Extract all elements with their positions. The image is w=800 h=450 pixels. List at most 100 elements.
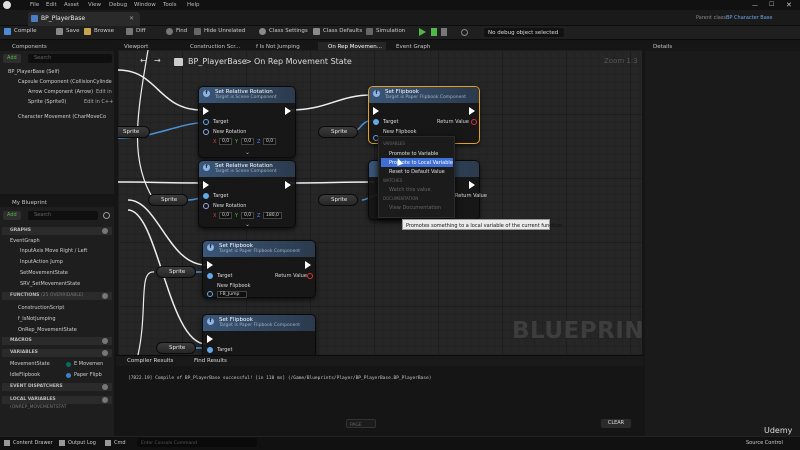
promote-to-variable-item[interactable]: Promote to Variable — [381, 149, 453, 158]
rotation-x-field[interactable]: 0,0 — [219, 138, 233, 145]
reset-to-default-item[interactable]: Reset to Default Value — [381, 167, 453, 176]
compile-button[interactable]: Compile — [14, 28, 37, 34]
rotation-pin[interactable] — [203, 129, 209, 135]
functions-category[interactable]: FUNCTIONS (25 OVERRIDABLE) — [2, 292, 112, 300]
tab-compiler-results[interactable]: Compiler Results — [127, 358, 173, 364]
function-item[interactable]: OnRep_MovementState — [18, 327, 77, 333]
graphs-category[interactable]: GRAPHS — [2, 227, 112, 235]
add-local-variable-icon[interactable] — [102, 397, 108, 403]
return-value-pin[interactable] — [471, 119, 477, 125]
clear-button[interactable]: CLEAR — [601, 419, 631, 428]
local-variables-category[interactable]: LOCAL VARIABLES (ONREP_MOVEMENTSTAT — [2, 396, 112, 410]
simulation-button[interactable]: Simulation — [376, 28, 405, 34]
rotation-x-field[interactable]: 0,0 — [219, 212, 233, 219]
function-item[interactable]: f_IsNotJumping — [18, 316, 56, 322]
sprite-variable-node[interactable]: Sprite — [118, 126, 151, 138]
graph-item[interactable]: InputAction Jump — [20, 259, 63, 265]
gear-icon[interactable] — [103, 212, 110, 219]
menu-window[interactable]: Window — [134, 2, 156, 8]
component-item[interactable]: Capsule Component (CollisionCylinde — [18, 79, 112, 85]
my-blueprint-search-input[interactable]: Search — [28, 211, 98, 220]
sprite-variable-node[interactable]: Sprite — [148, 194, 189, 206]
add-function-icon[interactable] — [102, 293, 108, 299]
exec-out-pin[interactable] — [469, 107, 475, 115]
exec-in-pin[interactable] — [373, 107, 379, 115]
variable-name[interactable]: MovementState — [10, 361, 50, 367]
add-graph-icon[interactable] — [102, 228, 108, 234]
component-root[interactable]: BP_PlayerBase (Self) — [8, 69, 60, 75]
exec-in-pin[interactable] — [207, 335, 213, 343]
sprite-variable-node[interactable]: Sprite — [156, 342, 197, 354]
diff-button[interactable]: Diff — [136, 28, 146, 34]
watch-value-item[interactable]: Watch this value — [381, 185, 453, 194]
find-button[interactable]: Find — [176, 28, 187, 34]
target-pin[interactable] — [203, 119, 209, 125]
set-relative-rotation-node[interactable]: f Set Relative Rotation Target is Scene … — [198, 86, 296, 158]
play-icon[interactable] — [419, 28, 426, 36]
menu-view[interactable]: View — [88, 2, 101, 8]
exec-out-pin[interactable] — [285, 181, 291, 189]
breadcrumb-root[interactable]: BP_PlayerBase — [188, 57, 247, 66]
edit-in-link[interactable]: Edit in — [96, 89, 112, 95]
event-dispatchers-category[interactable]: EVENT DISPATCHERS — [2, 383, 112, 391]
target-pin[interactable] — [373, 119, 379, 125]
step-icon[interactable] — [431, 28, 437, 36]
macros-category[interactable]: MACROS — [2, 337, 112, 345]
components-add-button[interactable]: Add — [3, 54, 21, 63]
window-minimize-button[interactable]: — — [752, 2, 758, 9]
return-value-pin[interactable] — [307, 273, 313, 279]
page-select[interactable]: PAGE — [346, 419, 376, 428]
class-settings-button[interactable]: Class Settings — [269, 28, 308, 34]
add-variable-icon[interactable] — [102, 350, 108, 356]
rotation-z-field[interactable]: 180,0 — [263, 212, 282, 219]
graph-forward-icon[interactable]: → — [154, 56, 161, 65]
source-control-button[interactable]: Source Control — [746, 440, 783, 446]
function-item[interactable]: ConstructionScript — [18, 305, 64, 311]
document-tab-close[interactable]: ✕ — [129, 15, 134, 22]
output-log-button[interactable]: Output Log — [68, 440, 96, 446]
sprite-variable-node[interactable]: Sprite — [318, 126, 359, 138]
window-maximize-button[interactable]: ☐ — [769, 1, 774, 8]
target-pin[interactable] — [203, 193, 209, 199]
settings-icon[interactable] — [461, 29, 468, 36]
my-blueprint-add-button[interactable]: Add — [3, 211, 21, 220]
chevron-down-icon[interactable]: ⌄ — [245, 221, 250, 228]
add-dispatcher-icon[interactable] — [102, 384, 108, 390]
menu-file[interactable]: File — [30, 2, 39, 8]
graph-item[interactable]: InputAxis Move Right / Left — [20, 248, 87, 254]
hide-unrelated-button[interactable]: Hide Unrelated — [204, 28, 245, 34]
variables-category[interactable]: VARIABLES — [2, 349, 112, 357]
menu-help[interactable]: Help — [187, 2, 200, 8]
exec-out-pin[interactable] — [305, 261, 311, 269]
exec-in-pin[interactable] — [203, 107, 209, 115]
exec-out-pin[interactable] — [285, 107, 291, 115]
chevron-down-icon[interactable]: ⌄ — [245, 149, 250, 156]
view-documentation-item[interactable]: View Documentation — [381, 203, 453, 212]
rotation-pin[interactable] — [203, 203, 209, 209]
graph-item[interactable]: SetMovementState — [20, 270, 68, 276]
graph-back-icon[interactable]: ← — [140, 56, 147, 65]
components-search-input[interactable]: Search — [28, 54, 112, 63]
rotation-z-field[interactable]: 0,0 — [263, 138, 277, 145]
debug-object-select[interactable]: No debug object selected — [484, 28, 564, 37]
menu-debug[interactable]: Debug — [109, 2, 127, 8]
rotation-y-field[interactable]: 0,0 — [241, 212, 255, 219]
parent-class-value[interactable]: BP Character Base — [726, 15, 772, 21]
exec-out-pin[interactable] — [469, 181, 475, 189]
tab-find-results[interactable]: Find Results — [194, 358, 227, 364]
window-close-button[interactable]: ✕ — [786, 1, 792, 9]
set-flipbook-node[interactable]: f Set Flipbook Target is Paper Flipbook … — [202, 314, 316, 355]
promote-to-local-variable-item[interactable]: Promote to Local Variable — [381, 158, 453, 167]
variable-type[interactable]: Paper Flipb — [74, 372, 102, 378]
exec-in-pin[interactable] — [203, 181, 209, 189]
flipbook-dropdown[interactable]: FB_Jump — [217, 291, 247, 298]
graph-item[interactable]: SRV_SetMovementState — [20, 281, 80, 287]
menu-edit[interactable]: Edit — [46, 2, 57, 8]
target-pin[interactable] — [207, 347, 213, 353]
component-item[interactable]: Arrow Component (Arrow) — [28, 89, 93, 95]
browse-button[interactable]: Browse — [94, 28, 114, 34]
new-flipbook-pin[interactable] — [207, 291, 213, 297]
edit-in-cpp-link[interactable]: Edit in C++ — [84, 99, 113, 105]
class-defaults-button[interactable]: Class Defaults — [323, 28, 362, 34]
menu-tools[interactable]: Tools — [163, 2, 177, 8]
